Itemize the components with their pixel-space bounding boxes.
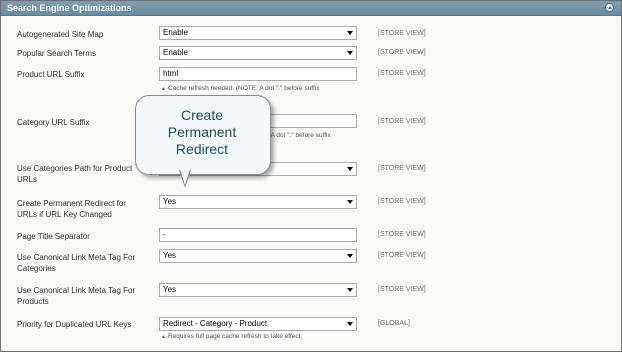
label-line: Use Canonical Link Meta Tag For bbox=[17, 286, 136, 295]
label-line: Use Categories Path for Product bbox=[17, 164, 133, 173]
chevron-down-icon bbox=[347, 31, 353, 35]
input-product-url-suffix[interactable]: html bbox=[159, 67, 357, 81]
select-priority-duplicated-url-keys[interactable]: Redirect - Category - Product bbox=[159, 317, 357, 331]
hint-priority-duplicated-url-keys: ▲ Requires full page cache refresh to tak… bbox=[161, 332, 302, 342]
label-canonical-categories: Use Canonical Link Meta Tag For Categorie… bbox=[17, 252, 135, 274]
label-line: Categories bbox=[17, 264, 56, 273]
label-priority-duplicated-url-keys: Priority for Duplicated URL Keys bbox=[17, 320, 132, 329]
callout-text: Create Permanent Redirect bbox=[135, 107, 269, 158]
scope-label: [STORE VIEW] bbox=[378, 118, 426, 125]
select-canonical-products[interactable]: Yes bbox=[159, 283, 357, 297]
scope-label: [STORE VIEW] bbox=[378, 165, 426, 172]
hint-product-url-suffix: ▲ Cache refresh needed. (NOTE: A dot "." … bbox=[161, 84, 320, 94]
select-popular-search-terms[interactable]: Enable bbox=[159, 46, 357, 60]
label-line: URLs if URL Key Changed bbox=[17, 210, 112, 219]
label-line: Create Permanent Redirect for bbox=[17, 199, 126, 208]
section-title: Search Engine Optimizations bbox=[7, 3, 132, 13]
callout-tail-fill bbox=[180, 169, 190, 185]
label-canonical-products: Use Canonical Link Meta Tag For Products bbox=[17, 285, 135, 307]
select-autogenerated-site-map[interactable]: Enable bbox=[159, 26, 357, 40]
triangle-up-icon: ▲ bbox=[161, 334, 166, 340]
select-create-permanent-redirect[interactable]: Yes bbox=[159, 195, 357, 209]
section-header[interactable]: Search Engine Optimizations bbox=[1, 1, 621, 16]
select-value: Redirect - Category - Product bbox=[163, 319, 268, 328]
scope-label: [STORE VIEW] bbox=[378, 231, 426, 238]
scope-label: [STORE VIEW] bbox=[378, 252, 426, 259]
label-use-categories-path: Use Categories Path for Product URLs bbox=[17, 163, 132, 185]
hint-text: Cache refresh needed. (NOTE: A dot "." b… bbox=[167, 85, 320, 92]
chevron-down-icon bbox=[347, 200, 353, 204]
chevron-down-icon bbox=[347, 51, 353, 55]
scope-label: [GLOBAL] bbox=[378, 320, 410, 327]
select-value: Enable bbox=[163, 28, 188, 37]
chevron-down-icon bbox=[347, 167, 353, 171]
label-line: Products bbox=[17, 297, 49, 306]
select-value: Enable bbox=[163, 48, 188, 57]
label-autogenerated-site-map: Autogenerated Site Map bbox=[17, 30, 104, 39]
scope-label: [STORE VIEW] bbox=[378, 286, 426, 293]
input-page-title-separator[interactable]: - bbox=[159, 228, 357, 242]
label-line: URLs bbox=[17, 175, 38, 184]
select-value: Yes bbox=[163, 285, 177, 294]
scope-label: [STORE VIEW] bbox=[378, 70, 426, 77]
label-line: Use Canonical Link Meta Tag For bbox=[17, 253, 136, 262]
select-value: Yes bbox=[163, 251, 177, 260]
label-create-permanent-redirect: Create Permanent Redirect for URLs if URL… bbox=[17, 198, 126, 220]
collapse-up-icon[interactable] bbox=[605, 3, 614, 12]
scope-label: [STORE VIEW] bbox=[378, 30, 426, 37]
select-value: Yes bbox=[163, 197, 177, 206]
label-product-url-suffix: Product URL Suffix bbox=[17, 70, 85, 79]
hint-category-url-suffix: E: A dot "." before suffix bbox=[263, 132, 331, 139]
chevron-down-icon bbox=[347, 288, 353, 292]
select-canonical-categories[interactable]: Yes bbox=[159, 249, 357, 263]
callout-line: Redirect bbox=[175, 141, 229, 157]
label-page-title-separator: Page Title Separator bbox=[17, 232, 90, 241]
scope-label: [STORE VIEW] bbox=[378, 198, 426, 205]
hint-text: Requires full page cache refresh to take… bbox=[167, 333, 303, 340]
label-popular-search-terms: Popular Search Terms bbox=[17, 49, 96, 58]
chevron-down-icon bbox=[347, 322, 353, 326]
label-category-url-suffix: Category URL Suffix bbox=[17, 118, 90, 127]
config-panel: Search Engine Optimizations Autogenerate… bbox=[0, 0, 622, 352]
callout-line: Permanent bbox=[167, 124, 237, 140]
chevron-down-icon bbox=[347, 254, 353, 258]
triangle-up-icon: ▲ bbox=[161, 86, 166, 92]
callout-line: Create bbox=[180, 107, 224, 123]
scope-label: [STORE VIEW] bbox=[378, 49, 426, 56]
